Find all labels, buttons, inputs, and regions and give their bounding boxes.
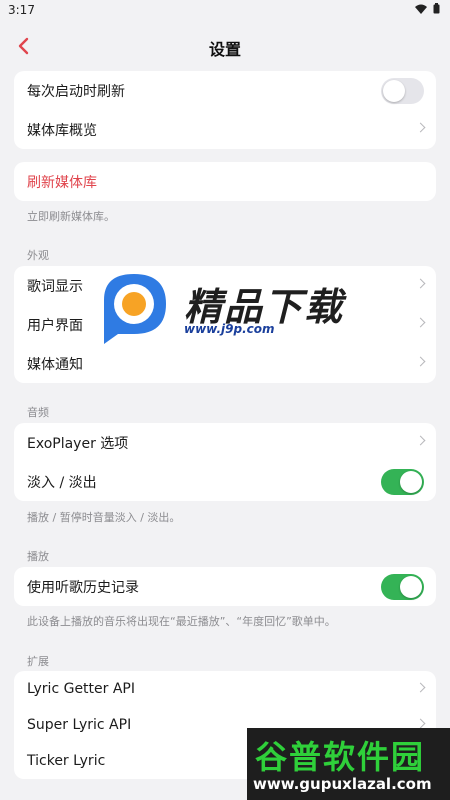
- refresh-on-start-label: 每次启动时刷新: [27, 83, 125, 100]
- extensions-section-title: 扩展: [27, 655, 49, 668]
- chevron-right-icon: [415, 317, 426, 328]
- refresh-on-start-row[interactable]: 每次启动时刷新: [14, 71, 436, 110]
- watermark-url: www.j9p.com: [184, 322, 275, 336]
- watermark: 精品下载 www.j9p.com: [96, 270, 356, 345]
- refresh-library-label: 刷新媒体库: [27, 174, 97, 191]
- wifi-icon: [415, 4, 427, 14]
- refresh-library-button[interactable]: 刷新媒体库: [14, 162, 436, 201]
- listening-history-label: 使用听歌历史记录: [27, 579, 139, 596]
- status-bar: 3:17: [0, 0, 450, 20]
- audio-note: 播放 / 暂停时音量淡入 / 淡出。: [27, 511, 181, 524]
- user-interface-label: 用户界面: [27, 317, 83, 334]
- media-notification-label: 媒体通知: [27, 356, 83, 373]
- chevron-right-icon: [415, 718, 426, 729]
- chevron-right-icon: [415, 356, 426, 367]
- chevron-right-icon: [415, 682, 426, 693]
- listening-history-toggle[interactable]: [381, 574, 424, 600]
- battery-icon: [433, 3, 440, 14]
- general-card: 每次启动时刷新 媒体库概览: [14, 71, 436, 149]
- appearance-section-title: 外观: [27, 249, 49, 262]
- ticker-lyric-label: Ticker Lyric: [27, 753, 106, 769]
- super-lyric-api-label: Super Lyric API: [27, 717, 132, 733]
- corner-stamp: 谷普软件园 www.gupuxlazal.com: [247, 728, 450, 800]
- library-overview-label: 媒体库概览: [27, 122, 97, 139]
- playback-note: 此设备上播放的音乐将出现在“最近播放”、“年度回忆”歌单中。: [27, 615, 336, 628]
- library-overview-row[interactable]: 媒体库概览: [14, 110, 436, 149]
- chevron-right-icon: [415, 122, 426, 133]
- refresh-card: 刷新媒体库: [14, 162, 436, 201]
- chevron-right-icon: [415, 278, 426, 289]
- fade-label: 淡入 / 淡出: [27, 474, 97, 491]
- lyric-getter-api-row[interactable]: Lyric Getter API: [14, 671, 436, 707]
- stamp-title: 谷普软件园: [255, 738, 426, 776]
- chevron-right-icon: [415, 435, 426, 446]
- playback-card: 使用听歌历史记录: [14, 567, 436, 606]
- refresh-note: 立即刷新媒体库。: [27, 210, 115, 223]
- status-time: 3:17: [8, 3, 35, 17]
- page-title: 设置: [208, 40, 241, 59]
- fade-row[interactable]: 淡入 / 淡出: [14, 462, 436, 501]
- playback-section-title: 播放: [27, 550, 49, 563]
- listening-history-row[interactable]: 使用听歌历史记录: [14, 567, 436, 606]
- exoplayer-options-row[interactable]: ExoPlayer 选项: [14, 423, 436, 462]
- refresh-on-start-toggle[interactable]: [381, 78, 424, 104]
- fade-toggle[interactable]: [381, 469, 424, 495]
- lyrics-display-label: 歌词显示: [27, 278, 83, 295]
- lyric-getter-api-label: Lyric Getter API: [27, 681, 136, 697]
- exoplayer-options-label: ExoPlayer 选项: [27, 435, 129, 452]
- audio-card: ExoPlayer 选项 淡入 / 淡出: [14, 423, 436, 501]
- media-notification-row[interactable]: 媒体通知: [14, 344, 436, 383]
- header: 设置: [0, 24, 450, 68]
- stamp-url: www.gupuxlazal.com: [253, 775, 432, 793]
- audio-section-title: 音频: [27, 406, 49, 419]
- watermark-logo-icon: [104, 274, 166, 344]
